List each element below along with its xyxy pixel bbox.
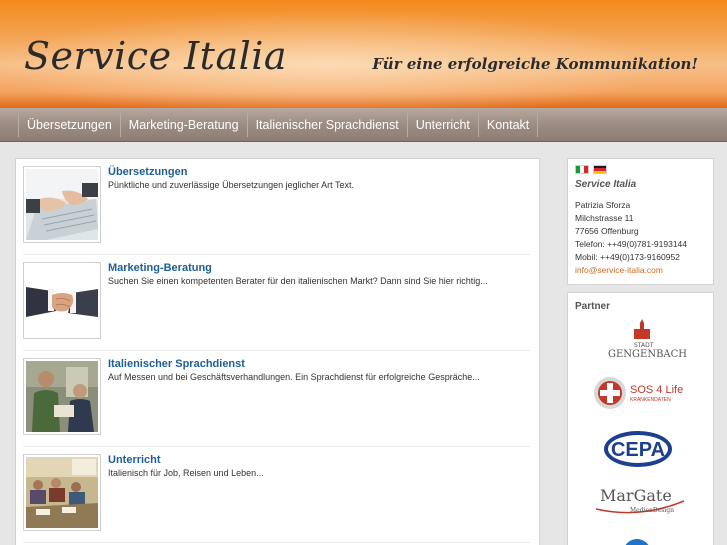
cepa-logo-text: CEPA (611, 439, 665, 461)
site-tagline: Für eine erfolgreiche Kommunikation! (372, 55, 698, 73)
sos4life-logo[interactable]: SOS 4 Life KRANKENDATEN (590, 371, 690, 417)
handshake-photo[interactable] (23, 262, 101, 339)
service-description: Italienisch für Job, Reisen und Leben... (108, 468, 264, 478)
italy-flag-icon[interactable] (575, 165, 589, 174)
margate-logo[interactable]: MarGate MedienDesign (590, 479, 690, 525)
conversation-photo[interactable] (23, 358, 101, 435)
contact-title: Service Italia (575, 179, 637, 190)
partner-logo-partial[interactable] (623, 539, 651, 545)
site-title[interactable]: Service Italia (24, 34, 287, 78)
nav-item-kontakt[interactable]: Kontakt (479, 113, 539, 137)
margate-logo-text: MarGate (600, 486, 672, 505)
service-title[interactable]: Unterricht (108, 454, 161, 466)
sos4life-logo-sub: KRANKENDATEN (630, 397, 671, 403)
germany-flag-icon[interactable] (593, 165, 607, 174)
service-item-sprachdienst: Italienischer Sprachdienst Auf Messen un… (23, 351, 530, 447)
nav-item-unterricht[interactable]: Unterricht (408, 113, 479, 137)
gengenbach-logo-top: STADT (634, 342, 654, 349)
contact-address: Patrizia Sforza Milchstrasse 11 77656 Of… (575, 199, 687, 277)
sos4life-logo-text: SOS 4 Life (630, 384, 683, 396)
nav-item-marketing-beratung[interactable]: Marketing-Beratung (121, 113, 248, 137)
services-list: Übersetzungen Pünktliche und zuverlässig… (15, 158, 540, 545)
service-title[interactable]: Marketing-Beratung (108, 262, 212, 274)
service-item-uebersetzungen: Übersetzungen Pünktliche und zuverlässig… (23, 159, 530, 255)
typing-hands-photo[interactable] (23, 166, 101, 243)
margate-logo-sub: MedienDesign (630, 507, 674, 514)
contact-box: Service Italia Patrizia Sforza Milchstra… (567, 158, 714, 285)
cepa-logo[interactable]: CEPA (590, 425, 690, 471)
service-title[interactable]: Übersetzungen (108, 166, 187, 178)
main-nav: Übersetzungen Marketing-Beratung Italien… (0, 108, 727, 142)
contact-name: Patrizia Sforza (575, 200, 631, 210)
nav-item-uebersetzungen[interactable]: Übersetzungen (18, 113, 121, 137)
contact-street: Milchstrasse 11 (575, 213, 634, 223)
language-switcher (575, 165, 607, 174)
contact-mobile: Mobil: ++49(0)173-9160952 (575, 252, 680, 262)
service-description: Pünktliche und zuverlässige Übersetzunge… (108, 180, 354, 190)
site-header: Service Italia Für eine erfolgreiche Kom… (0, 0, 727, 108)
service-title[interactable]: Italienischer Sprachdienst (108, 358, 245, 370)
service-item-marketing-beratung: Marketing-Beratung Suchen Sie einen komp… (23, 255, 530, 351)
contact-email-link[interactable]: info@service-italia.com (575, 264, 687, 277)
classroom-photo[interactable] (23, 454, 101, 531)
service-item-unterricht: Unterricht Italienisch für Job, Reisen u… (23, 447, 530, 543)
partner-title: Partner (575, 301, 611, 312)
service-description: Suchen Sie einen kompetenten Berater für… (108, 276, 488, 286)
partner-box: Partner STADT GENGENBACH SOS 4 Life KRAN… (567, 292, 714, 545)
nav-item-sprachdienst[interactable]: Italienischer Sprachdienst (248, 113, 408, 137)
contact-phone: Telefon: ++49(0)781-9193144 (575, 239, 688, 249)
gengenbach-logo-text: GENGENBACH (608, 349, 687, 360)
service-description: Auf Messen und bei Geschäftsverhandlunge… (108, 372, 480, 382)
gengenbach-logo[interactable]: STADT GENGENBACH (590, 319, 690, 365)
contact-city: 77656 Offenburg (575, 226, 639, 236)
